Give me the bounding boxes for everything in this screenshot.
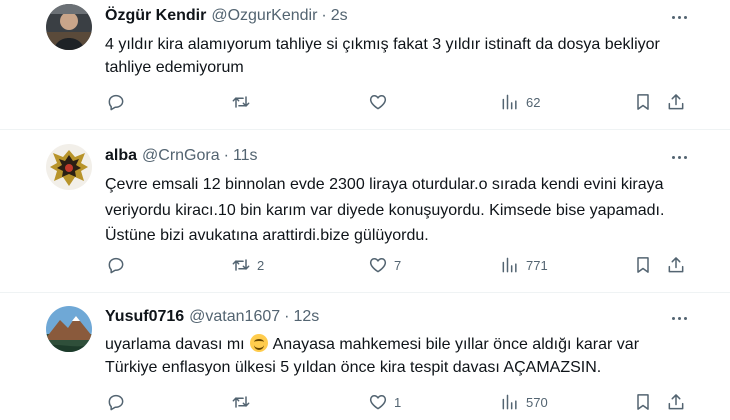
share-icon xyxy=(668,394,684,410)
tweet-actions: 2 7 771 xyxy=(100,253,695,277)
share-icon xyxy=(668,257,684,273)
display-name[interactable]: Özgür Kendir xyxy=(105,7,206,25)
views-count: 771 xyxy=(526,257,548,273)
retweet-icon xyxy=(232,259,250,271)
like-button[interactable] xyxy=(368,90,394,114)
like-button[interactable]: 7 xyxy=(368,253,401,277)
tweet-text-part: uyarlama davası mı xyxy=(105,336,245,353)
more-icon[interactable] xyxy=(668,6,690,28)
tweet[interactable]: alba @CrnGora · 11s Çevre emsali 12 binn… xyxy=(0,130,730,293)
share-button[interactable] xyxy=(666,90,686,114)
bookmark-button[interactable] xyxy=(633,390,653,414)
separator: · xyxy=(284,308,290,325)
bookmark-icon xyxy=(637,257,649,273)
avatar[interactable] xyxy=(46,144,92,190)
views-icon xyxy=(502,94,517,110)
more-icon[interactable] xyxy=(668,307,690,329)
tweet-header: alba @CrnGora · 11s xyxy=(105,147,258,165)
views-icon xyxy=(502,257,517,273)
display-name[interactable]: alba xyxy=(105,147,137,165)
share-button[interactable] xyxy=(666,390,686,414)
tweet-actions: 62 xyxy=(100,90,695,114)
tweet[interactable]: Özgür Kendir @OzgurKendir · 2s 4 yıldır … xyxy=(0,0,730,130)
retweet-count: 2 xyxy=(257,257,265,273)
avatar[interactable] xyxy=(46,4,92,50)
reply-button[interactable] xyxy=(106,253,132,277)
reply-icon xyxy=(108,94,124,111)
tweet-text: uyarlama davası mı Anayasa mahkemesi bil… xyxy=(105,333,685,379)
share-button[interactable] xyxy=(666,253,686,277)
display-name[interactable]: Yusuf0716 xyxy=(105,308,184,326)
retweet-button[interactable] xyxy=(231,390,257,414)
tweet-text: Çevre emsali 12 binnolan evde 2300 liray… xyxy=(105,176,665,244)
user-handle[interactable]: @CrnGora xyxy=(142,147,220,165)
like-button[interactable]: 1 xyxy=(368,390,401,414)
grinning-squinting-face-icon xyxy=(250,334,269,352)
tweet[interactable]: Yusuf0716 @vatan1607 · 12s uyarlama dava… xyxy=(0,293,730,420)
share-icon xyxy=(668,94,684,110)
timestamp[interactable]: 2s xyxy=(331,7,348,25)
reply-button[interactable] xyxy=(106,390,132,414)
retweet-button[interactable]: 2 xyxy=(231,253,264,277)
retweet-icon xyxy=(232,96,250,108)
tweet-text: 4 yıldır kira alamıyorum tahliye si çıkm… xyxy=(105,36,660,76)
views-icon xyxy=(502,394,517,410)
user-handle[interactable]: @vatan1607 xyxy=(189,308,280,326)
views-button[interactable]: 570 xyxy=(500,390,548,414)
timestamp[interactable]: 12s xyxy=(293,308,319,326)
bookmark-button[interactable] xyxy=(633,253,653,277)
like-count: 7 xyxy=(394,257,402,273)
tweet-header: Özgür Kendir @OzgurKendir · 2s xyxy=(105,7,348,25)
bookmark-button[interactable] xyxy=(633,90,653,114)
heart-icon xyxy=(369,258,387,273)
tweet-header: Yusuf0716 @vatan1607 · 12s xyxy=(105,308,319,326)
retweet-icon xyxy=(232,396,250,408)
views-count: 570 xyxy=(526,394,548,410)
separator: · xyxy=(321,7,327,24)
views-count: 62 xyxy=(526,94,541,110)
reply-icon xyxy=(108,394,124,411)
avatar[interactable] xyxy=(46,306,92,352)
reply-button[interactable] xyxy=(106,90,132,114)
retweet-button[interactable] xyxy=(231,90,257,114)
timestamp[interactable]: 11s xyxy=(233,147,258,165)
user-handle[interactable]: @OzgurKendir xyxy=(211,7,317,25)
views-button[interactable]: 771 xyxy=(500,253,548,277)
bookmark-icon xyxy=(637,94,649,110)
heart-icon xyxy=(369,95,387,110)
tweet-actions: 1 570 xyxy=(100,390,695,414)
views-button[interactable]: 62 xyxy=(500,90,540,114)
more-icon[interactable] xyxy=(668,146,690,168)
separator: · xyxy=(223,147,229,164)
reply-icon xyxy=(108,257,124,274)
like-count: 1 xyxy=(394,394,402,410)
bookmark-icon xyxy=(637,394,649,410)
heart-icon xyxy=(369,395,387,410)
